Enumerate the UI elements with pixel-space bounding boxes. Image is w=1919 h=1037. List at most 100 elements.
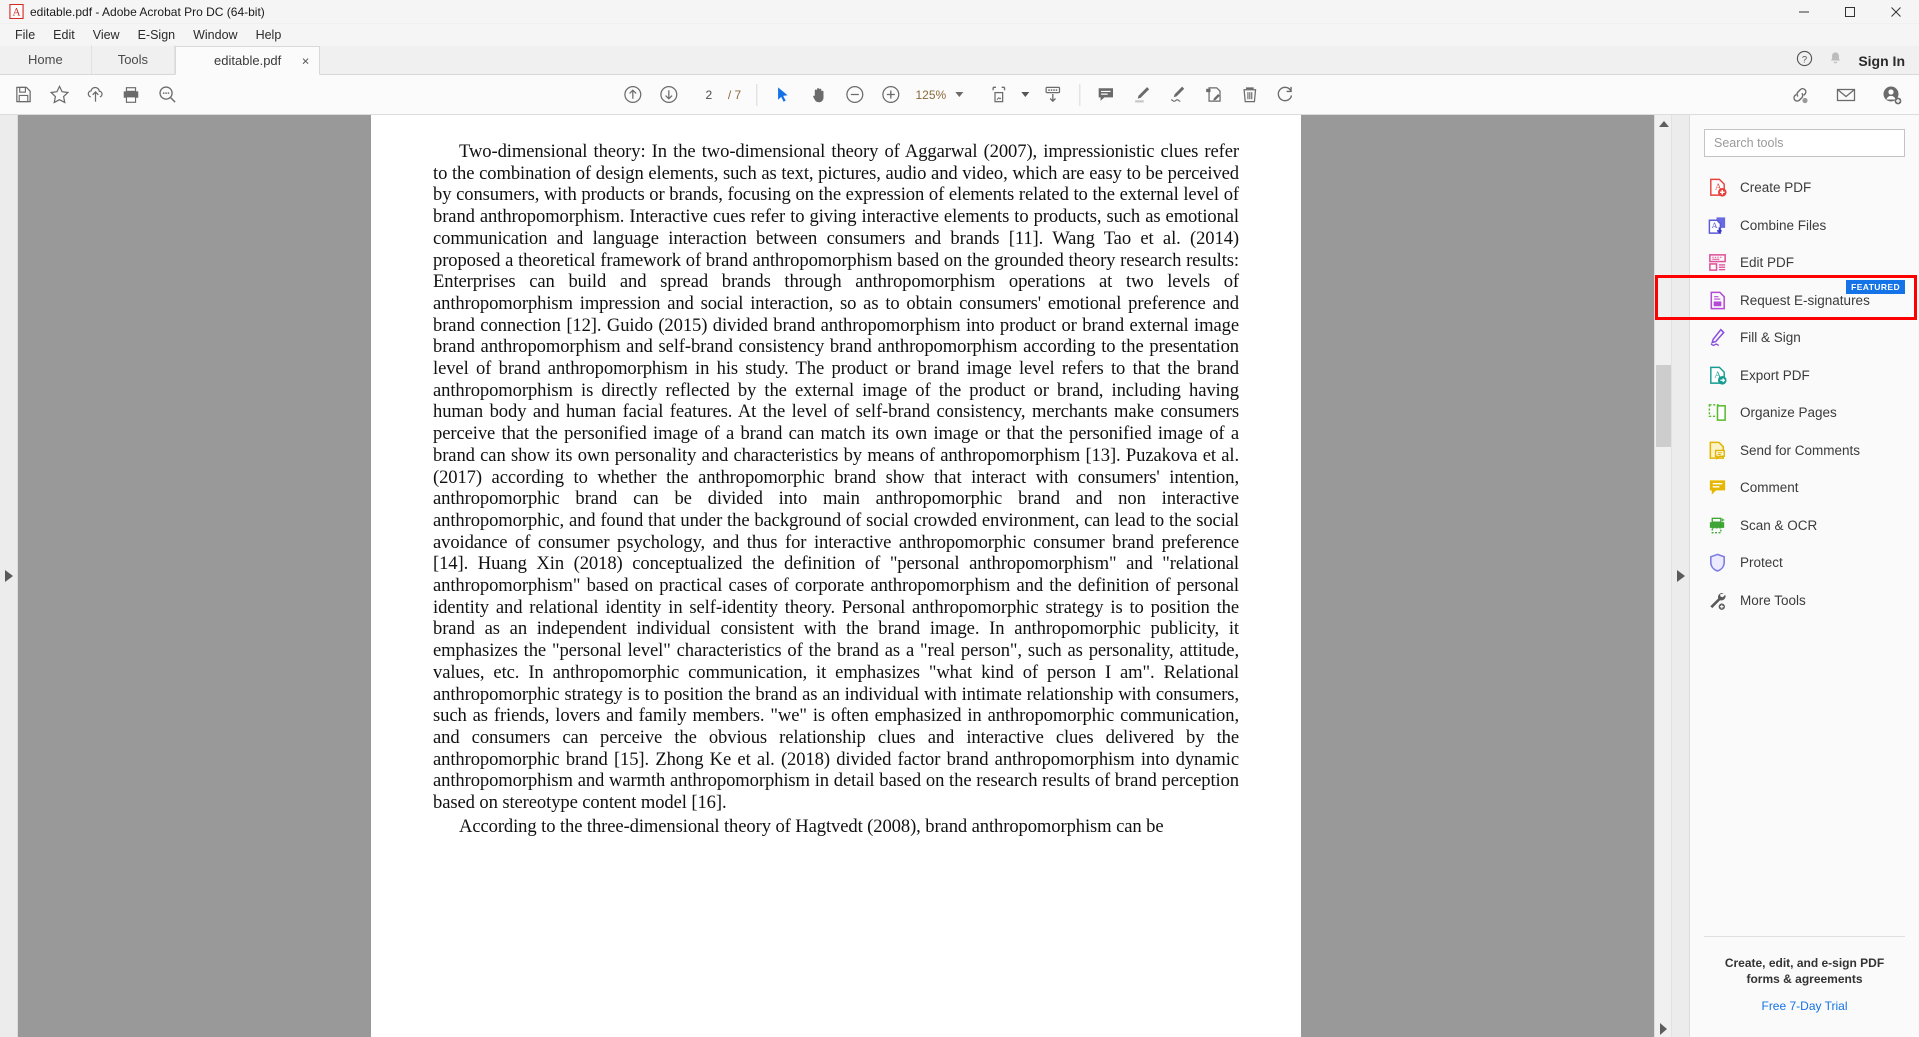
tool-item-comment[interactable]: Comment	[1690, 469, 1919, 507]
arrow-up-circle-icon[interactable]	[616, 79, 650, 111]
highlight-pen-icon[interactable]	[1125, 79, 1159, 111]
request-esignatures-icon	[1706, 289, 1728, 311]
menu-help[interactable]: Help	[247, 26, 291, 44]
chevron-down-icon[interactable]	[955, 92, 964, 97]
comment-icon[interactable]	[1089, 79, 1123, 111]
main-toolbar: 2 / 7 125%	[0, 75, 1919, 115]
tool-item-label: Organize Pages	[1740, 405, 1837, 421]
tool-item-create-pdf[interactable]: A Create PDF	[1690, 169, 1919, 207]
right-navigation-rail[interactable]	[1671, 115, 1689, 1037]
tool-item-send-for-comments[interactable]: Send for Comments	[1690, 432, 1919, 470]
chevron-up-icon	[1658, 120, 1669, 127]
cursor-arrow-icon[interactable]	[766, 79, 800, 111]
toolbar-divider	[756, 83, 758, 106]
tool-item-fill-sign[interactable]: Fill & Sign	[1690, 319, 1919, 357]
zoom-in-circle-icon[interactable]	[874, 79, 908, 111]
tool-item-request-esignatures[interactable]: Request E-signatures FEATURED	[1690, 279, 1919, 320]
promo-line-1: Create, edit, and e-sign PDF	[1724, 956, 1885, 970]
tools-list: A Create PDF A Combine Files Edit PDF Re…	[1690, 163, 1919, 936]
menu-bar: File Edit View E-Sign Window Help	[0, 24, 1919, 46]
tab-document[interactable]: editable.pdf ×	[175, 46, 321, 75]
svg-text:A: A	[11, 6, 20, 18]
search-tools-input[interactable]	[1704, 129, 1905, 157]
tool-item-organize-pages[interactable]: Organize Pages	[1690, 394, 1919, 432]
document-viewer[interactable]: Two-dimensional theory: In the two-dimen…	[18, 115, 1654, 1037]
menu-edit[interactable]: Edit	[44, 26, 84, 44]
export-pdf-icon: A	[1706, 364, 1728, 386]
tool-item-export-pdf[interactable]: A Export PDF	[1690, 357, 1919, 395]
page-total-label: / 7	[727, 87, 742, 102]
rotate-icon[interactable]	[1269, 79, 1303, 111]
tool-item-label: Request E-signatures	[1740, 292, 1870, 308]
tool-item-more-tools[interactable]: More Tools	[1690, 582, 1919, 620]
tool-item-combine-files[interactable]: A Combine Files	[1690, 207, 1919, 245]
tool-item-label: Combine Files	[1740, 217, 1827, 233]
tool-item-edit-pdf[interactable]: Edit PDF	[1690, 244, 1919, 282]
menu-window[interactable]: Window	[184, 26, 246, 44]
maximize-button[interactable]	[1827, 0, 1873, 24]
left-navigation-rail[interactable]	[0, 115, 18, 1037]
scroll-down-button[interactable]	[1655, 1020, 1672, 1037]
promo-line-2: forms & agreements	[1746, 972, 1863, 986]
scroll-up-button[interactable]	[1655, 115, 1672, 132]
menu-view[interactable]: View	[84, 26, 129, 44]
window-title-bar: A editable.pdf - Adobe Acrobat Pro DC (6…	[0, 0, 1919, 24]
tool-item-label: More Tools	[1740, 592, 1806, 608]
zoom-out-circle-icon[interactable]	[838, 79, 872, 111]
document-paragraph-1: Two-dimensional theory: In the two-dimen…	[433, 141, 1239, 814]
minimize-button[interactable]	[1781, 0, 1827, 24]
print-icon[interactable]	[114, 79, 148, 111]
chevron-down-icon-fit[interactable]	[1021, 92, 1030, 97]
acrobat-icon: A	[8, 4, 24, 20]
add-person-icon[interactable]	[1875, 79, 1909, 111]
menu-esign[interactable]: E-Sign	[129, 26, 185, 44]
fill-sign-icon[interactable]	[1161, 79, 1195, 111]
edit-page-icon[interactable]	[1197, 79, 1231, 111]
tab-home[interactable]: Home	[0, 45, 92, 74]
tab-strip-right: ? Sign In	[1796, 46, 1919, 75]
fit-page-icon[interactable]	[982, 79, 1016, 111]
fill-sign-icon	[1706, 327, 1728, 349]
toolbar-divider-2	[1079, 83, 1081, 106]
tool-item-label: Export PDF	[1740, 367, 1810, 383]
svg-text:A: A	[1710, 221, 1717, 230]
page-scrolling-icon[interactable]	[1036, 79, 1070, 111]
save-icon[interactable]	[6, 79, 40, 111]
upload-cloud-icon[interactable]	[78, 79, 112, 111]
tool-item-label: Scan & OCR	[1740, 517, 1818, 533]
envelope-icon[interactable]	[1829, 79, 1863, 111]
close-button[interactable]	[1873, 0, 1919, 24]
menu-file[interactable]: File	[6, 26, 44, 44]
close-icon[interactable]: ×	[302, 53, 310, 68]
free-trial-link[interactable]: Free 7-Day Trial	[1704, 999, 1905, 1013]
tool-item-label: Create PDF	[1740, 180, 1812, 196]
tool-item-label: Comment	[1740, 480, 1799, 496]
hand-icon[interactable]	[802, 79, 836, 111]
arrow-down-circle-icon[interactable]	[652, 79, 686, 111]
share-link-icon[interactable]	[1783, 79, 1817, 111]
zoom-search-icon[interactable]	[150, 79, 184, 111]
featured-badge: FEATURED	[1846, 279, 1905, 294]
star-icon[interactable]	[42, 79, 76, 111]
tool-item-protect[interactable]: Protect	[1690, 544, 1919, 582]
collapse-panel-icon[interactable]	[1677, 570, 1685, 582]
scrollbar-thumb[interactable]	[1656, 365, 1671, 447]
send-for-comments-icon	[1706, 439, 1728, 461]
toolbar-center-group: 2 / 7 125%	[616, 79, 1303, 111]
tab-strip: Home Tools editable.pdf × ? Sign In	[0, 45, 1919, 75]
trash-icon[interactable]	[1233, 79, 1267, 111]
sign-in-button[interactable]: Sign In	[1858, 53, 1905, 69]
tab-tools[interactable]: Tools	[92, 45, 176, 74]
expand-right-icon[interactable]	[5, 570, 13, 582]
help-circle-icon[interactable]: ?	[1796, 50, 1813, 72]
vertical-scrollbar[interactable]	[1654, 115, 1671, 1037]
zoom-level-value[interactable]: 125%	[910, 88, 946, 102]
page-number-input[interactable]: 2	[694, 85, 724, 105]
scan-ocr-icon	[1706, 514, 1728, 536]
tool-item-scan-ocr[interactable]: Scan & OCR	[1690, 507, 1919, 545]
combine-files-icon: A	[1706, 214, 1728, 236]
bell-icon[interactable]	[1827, 50, 1844, 72]
shield-icon	[1706, 552, 1728, 574]
tool-item-label: Protect	[1740, 555, 1783, 571]
